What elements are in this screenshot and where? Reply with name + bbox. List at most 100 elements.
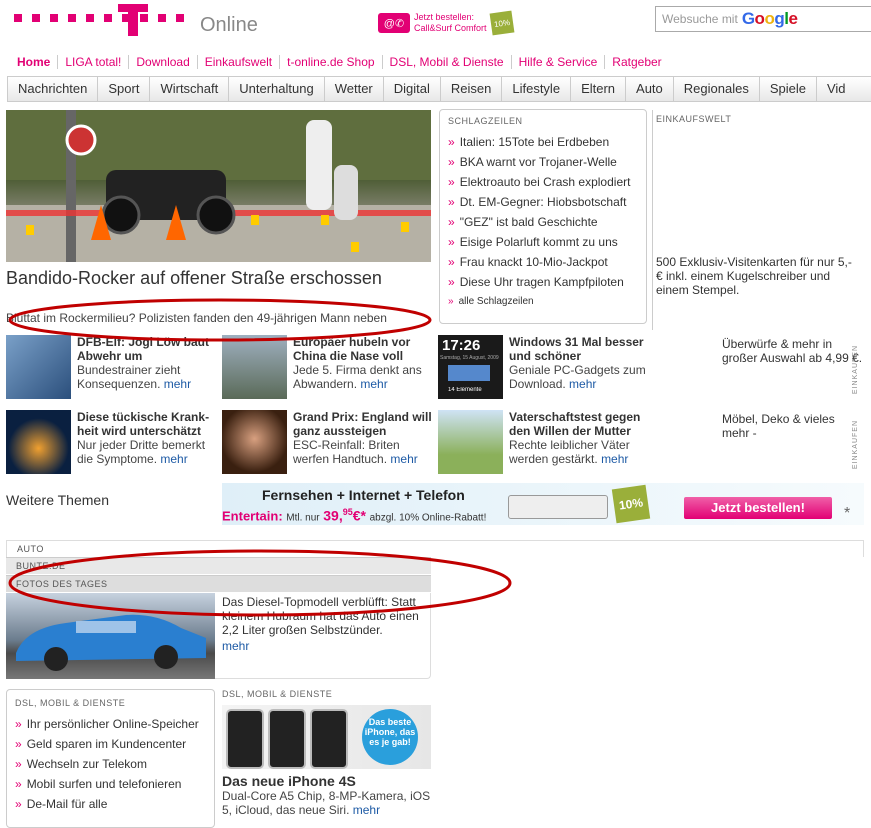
teaser-title: Diese tückische Krank-heit wird untersch… xyxy=(77,410,210,438)
headline-item[interactable]: Frau knackt 10-Mio-Jackpot xyxy=(448,252,638,272)
headline-item[interactable]: "GEZ" ist bald Geschichte xyxy=(448,212,638,232)
promo-text: Jetzt bestellen: Call&Surf Comfort xyxy=(414,12,487,33)
schlagzeilen-box: SCHLAGZEILEN Italien: 15Tote bei Erdbebe… xyxy=(439,109,647,324)
hero-title[interactable]: Bandido-Rocker auf offener Straße erscho… xyxy=(6,267,431,289)
call-surf-promo[interactable]: @✆ Jetzt bestellen: Call&Surf Comfort 10… xyxy=(378,10,514,36)
entertain-banner[interactable]: Fernsehen + Internet + Telefon Entertain… xyxy=(222,483,864,525)
side-ad-1[interactable]: Überwürfe & mehr in großer Auswahl ab 4,… xyxy=(722,337,864,365)
teaser-dfb[interactable]: DFB-Elf: Jogi Löw baut Abwehr um Bundestr… xyxy=(6,335,216,401)
teaser-krankheit[interactable]: Diese tückische Krank-heit wird untersch… xyxy=(6,410,216,476)
tab-lifestyle[interactable]: Lifestyle xyxy=(501,77,570,101)
iphone-teaser[interactable]: DSL, MOBIL & DIENSTE Das beste iPhone, d… xyxy=(222,689,431,817)
headline-item[interactable]: BKA warnt vor Trojaner-Welle xyxy=(448,152,638,172)
tab-sport[interactable]: Sport xyxy=(97,77,149,101)
headline-item[interactable]: Italien: 15Tote bei Erdbeben xyxy=(448,132,638,152)
search-placeholder: Websuche mit xyxy=(662,12,738,26)
topnav-shop[interactable]: t-online.de Shop xyxy=(279,55,381,69)
more-link[interactable]: mehr xyxy=(164,377,191,391)
banner-offer: Entertain: Mtl. nur 39,95€* abzgl. 10% O… xyxy=(222,507,487,524)
iphone-desc: Dual-Core A5 Chip, 8-MP-Kamera, iOS 5, i… xyxy=(222,789,431,817)
tab-unterhaltung[interactable]: Unterhaltung xyxy=(228,77,323,101)
iphone-image[interactable]: Das beste iPhone, das es je gab! xyxy=(222,705,431,769)
teaser-thumb xyxy=(6,410,71,474)
phone-icon xyxy=(310,709,348,769)
teaser-china[interactable]: Europäer hubeln vor China die Nase voll J… xyxy=(222,335,432,401)
topnav-einkaufswelt[interactable]: Einkaufswelt xyxy=(196,55,279,69)
teaser-desc: Jede 5. Firma denkt ans Abwandern. xyxy=(293,363,422,391)
topnav-liga-total[interactable]: LIGA total! xyxy=(57,55,128,69)
phone-at-icon: @✆ xyxy=(378,13,410,33)
iphone-title[interactable]: Das neue iPhone 4S xyxy=(222,773,431,789)
google-logo: Google xyxy=(741,9,798,28)
section-fotos-des-tages[interactable]: FOTOS DES TAGES xyxy=(6,575,431,592)
teaser-windows[interactable]: 17:26 Samstag, 15 August, 2009 14 Elemen… xyxy=(438,335,648,401)
dsl-link[interactable]: Mobil surfen und telefonieren xyxy=(15,774,206,794)
tab-reisen[interactable]: Reisen xyxy=(439,77,501,101)
promo-badge: 10% xyxy=(489,10,514,36)
more-link[interactable]: mehr xyxy=(222,639,427,653)
tab-nachrichten[interactable]: Nachrichten xyxy=(7,77,97,101)
dsl-link[interactable]: De-Mail für alle xyxy=(15,794,206,814)
top-navigation: Home LIGA total! Download Einkaufswelt t… xyxy=(10,55,669,69)
section-bunte[interactable]: BUNTE.DE xyxy=(6,557,431,574)
search-input[interactable]: Websuche mit Google xyxy=(655,6,871,32)
tab-wirtschaft[interactable]: Wirtschaft xyxy=(149,77,228,101)
hero-subtitle[interactable]: Bluttat im Rockermilieu? Polizisten fand… xyxy=(6,311,431,325)
hero-image[interactable] xyxy=(6,110,431,262)
clock-date: Samstag, 15 August, 2009 xyxy=(440,355,499,361)
topnav-home[interactable]: Home xyxy=(10,55,57,69)
topnav-dsl-mobil[interactable]: DSL, Mobil & Dienste xyxy=(381,55,511,69)
more-link[interactable]: mehr xyxy=(360,377,387,391)
dsl-link[interactable]: Wechseln zur Telekom xyxy=(15,754,206,774)
topnav-hilfe[interactable]: Hilfe & Service xyxy=(510,55,605,69)
diesel-teaser[interactable]: Das Diesel-Topmodell verblüfft: Statt kl… xyxy=(222,595,427,653)
tab-regionales[interactable]: Regionales xyxy=(672,77,759,101)
topnav-ratgeber[interactable]: Ratgeber xyxy=(604,55,668,69)
headline-item[interactable]: Elektroauto bei Crash explodiert xyxy=(448,172,638,192)
more-link[interactable]: mehr xyxy=(353,803,380,817)
teaser-title: Grand Prix: England will ganz aussteigen xyxy=(293,410,432,438)
receiver-device xyxy=(508,495,608,519)
more-link[interactable]: mehr xyxy=(390,452,417,466)
headline-item[interactable]: Diese Uhr tragen Kampfpiloten xyxy=(448,272,638,292)
tab-spiele[interactable]: Spiele xyxy=(758,77,816,101)
more-link[interactable]: mehr xyxy=(160,452,187,466)
teaser-title: Europäer hubeln vor China die Nase voll xyxy=(293,335,411,363)
dsl-link[interactable]: Ihr persönlicher Online-Speicher xyxy=(15,714,206,734)
einkaufen-label: EINKAUFEN xyxy=(852,420,859,470)
bin-icon xyxy=(448,365,490,381)
order-now-button[interactable]: Jetzt bestellen! xyxy=(684,497,832,519)
topnav-download[interactable]: Download xyxy=(128,55,196,69)
teaser-grand-prix[interactable]: Grand Prix: England will ganz aussteigen… xyxy=(222,410,432,476)
teaser-thumb xyxy=(6,335,71,399)
side-ad-2[interactable]: Möbel, Deko & vieles mehr - xyxy=(722,412,864,440)
teaser-title: Windows 31 Mal besser und schöner xyxy=(509,335,644,363)
dsl-link[interactable]: Geld sparen im Kundencenter xyxy=(15,734,206,754)
tab-video[interactable]: Vid xyxy=(815,77,856,101)
teaser-desc: ESC-Reinfall: Briten werfen Handtuch. xyxy=(293,438,400,466)
car-image[interactable] xyxy=(6,593,215,679)
teaser-thumb: 17:26 Samstag, 15 August, 2009 14 Elemen… xyxy=(438,335,503,399)
main-navigation: Nachrichten Sport Wirtschaft Unterhaltun… xyxy=(7,76,871,102)
more-link[interactable]: mehr xyxy=(569,377,596,391)
teaser-thumb xyxy=(438,410,503,474)
tab-eltern[interactable]: Eltern xyxy=(570,77,625,101)
teaser-vaterschaft[interactable]: Vaterschaftstest gegen den Willen der Mu… xyxy=(438,410,648,476)
footnote-star: * xyxy=(844,505,851,522)
einkaufswelt-box: EINKAUFSWELT 500 Exklusiv-Visitenkarten … xyxy=(652,110,864,330)
einkaufswelt-heading: EINKAUFSWELT xyxy=(656,114,732,124)
iphone-section-heading: DSL, MOBIL & DIENSTE xyxy=(222,689,333,699)
tab-auto[interactable]: Auto xyxy=(625,77,673,101)
tab-wetter[interactable]: Wetter xyxy=(323,77,383,101)
weitere-themen-heading: Weitere Themen xyxy=(6,492,109,508)
more-link[interactable]: mehr xyxy=(601,452,628,466)
telekom-t-logo[interactable] xyxy=(118,4,148,38)
section-auto[interactable]: AUTO xyxy=(6,540,864,557)
telekom-logo-dots[interactable] xyxy=(14,14,184,22)
brand-online: Online xyxy=(200,14,258,36)
headline-item[interactable]: Eisige Polarluft kommt zu uns xyxy=(448,232,638,252)
headline-item[interactable]: Dt. EM-Gegner: Hiobsbotschaft xyxy=(448,192,638,212)
einkaufswelt-ad-text[interactable]: 500 Exklusiv-Visitenkarten für nur 5,- €… xyxy=(656,255,861,297)
tab-digital[interactable]: Digital xyxy=(382,77,440,101)
all-headlines-link[interactable]: alle Schlagzeilen xyxy=(448,296,638,307)
